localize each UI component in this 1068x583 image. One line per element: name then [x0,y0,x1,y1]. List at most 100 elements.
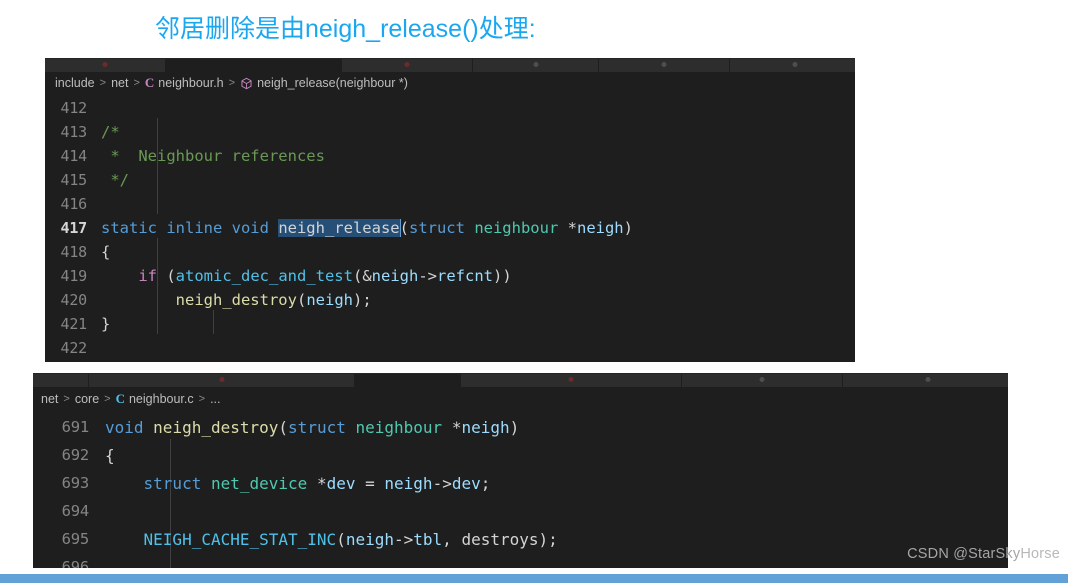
code-line[interactable]: 413 /* [45,120,855,144]
chevron-right-icon: > [99,77,107,89]
code-token: ( [399,219,409,237]
breadcrumb-two[interactable]: net > core > C neighbour.c > ... [33,387,1008,411]
breadcrumb-item-core[interactable]: core [75,392,99,406]
code-token: , destroys); [442,529,558,549]
code-line[interactable]: 418 { [45,240,855,264]
code-token: neigh [384,473,433,493]
code-token: neigh [576,219,624,237]
code-line[interactable]: 420 neigh_destroy(neigh); [45,288,855,312]
editor-tab-active[interactable] [166,59,342,72]
editor-tab[interactable] [342,59,473,72]
code-token: neighbour [474,219,568,237]
code-text[interactable]: neigh_destroy(neigh); [101,291,855,309]
editor-tab[interactable] [461,374,682,387]
code-token: neigh_destroy [153,417,279,437]
tab-dot-icon [792,62,798,67]
chevron-right-icon: > [63,393,70,405]
line-number: 694 [61,502,90,520]
editor-tab[interactable] [33,374,89,387]
code-text[interactable]: { [101,243,855,261]
code-text[interactable]: if (atomic_dec_and_test(&neigh->refcnt)) [101,267,855,285]
code-line[interactable]: 417 static inline void neigh_release(stru… [45,216,855,240]
bottom-accent-bar [0,574,1068,583]
breadcrumb-one[interactable]: include > net > C neighbour.h > neigh_re… [45,72,855,94]
code-text[interactable]: void neigh_destroy(struct neighbour *nei… [105,418,1008,437]
code-content-one[interactable]: 412 413/* 414 * Neighbour references 415 */… [45,94,855,360]
code-token: struct [288,417,356,437]
code-line[interactable]: 696 [33,553,1008,568]
breadcrumb-item-net[interactable]: net [111,76,128,90]
code-line[interactable]: 415 */ [45,168,855,192]
code-text[interactable]: { [105,446,1008,465]
chevron-right-icon: > [198,393,206,405]
code-token: NEIGH_CACHE_STAT_INC [143,529,337,549]
breadcrumb-item-file[interactable]: neighbour.h [158,76,223,90]
c-file-icon: C [115,391,125,406]
code-text[interactable]: } [101,315,855,333]
code-text[interactable]: NEIGH_CACHE_STAT_INC(neigh->tbl, destroy… [105,530,1008,549]
breadcrumb-item-ellipsis[interactable]: ... [210,392,220,406]
code-token: ( [157,267,176,285]
code-text[interactable]: * Neighbour references [101,147,855,165]
code-token: */ [101,171,129,189]
line-number: 414 [60,147,88,165]
code-token: { [101,243,111,261]
tab-dot-icon [759,377,765,382]
code-content-two[interactable]: 691 void neigh_destroy(struct neighbour *… [33,411,1008,568]
code-token: net_device [210,473,317,493]
code-line[interactable]: 419 if (atomic_dec_and_test(&neigh->refc… [45,264,855,288]
editor-tab[interactable] [45,59,166,72]
code-line[interactable]: 414 * Neighbour references [45,144,855,168]
code-token: * Neighbour references [101,147,325,165]
code-token: struct [408,219,475,237]
editor-window-neighbour-c: net > core > C neighbour.c > ... 691 void… [33,373,1008,568]
code-line[interactable]: 412 [45,96,855,120]
editor-window-neighbour-h: include > net > C neighbour.h > neigh_re… [45,58,855,362]
cube-symbol-icon [240,77,253,90]
editor-tab[interactable] [89,374,355,387]
selected-token: neigh_release [278,219,400,237]
code-text[interactable]: struct net_device *dev = neigh->dev; [105,474,1008,493]
code-line[interactable]: 422 [45,336,855,360]
code-token: void [105,417,154,437]
tab-modified-dot-icon [219,377,224,382]
editor-tab[interactable] [730,59,855,72]
code-token: } [101,315,111,333]
editor-tab[interactable] [682,374,843,387]
line-number: 412 [60,99,88,117]
code-token: * [567,219,577,237]
code-token: ( [278,417,289,437]
code-token: /* [101,123,120,141]
tab-modified-dot-icon [404,62,410,67]
editor-tab-active[interactable] [355,374,461,387]
code-token: if [138,267,157,285]
code-token: ) [623,219,633,237]
breadcrumb-item-net[interactable]: net [41,392,58,406]
code-line[interactable]: 695 NEIGH_CACHE_STAT_INC(neigh->tbl, des… [33,525,1008,553]
code-line[interactable]: 421} [45,312,855,336]
line-number: 417 [60,219,88,237]
code-line[interactable]: 693 struct net_device *dev = neigh->dev; [33,469,1008,497]
code-token: struct [143,473,211,493]
code-text[interactable]: static inline void neigh_release(struct … [101,219,855,237]
code-line[interactable]: 691 void neigh_destroy(struct neighbour *… [33,413,1008,441]
code-token: ( [296,291,307,309]
code-line[interactable]: 694 [33,497,1008,525]
breadcrumb-item-include[interactable]: include [55,76,95,90]
code-line[interactable]: 416 [45,192,855,216]
breadcrumb-item-file[interactable]: neighbour.c [129,392,194,406]
code-text[interactable]: /* [101,123,855,141]
line-number: 416 [60,195,88,213]
code-text[interactable]: */ [101,171,855,189]
code-token: )) [493,267,512,285]
editor-tab[interactable] [473,59,599,72]
editor-tab[interactable] [599,59,730,72]
line-number: 421 [60,315,88,333]
code-line[interactable]: 692 { [33,441,1008,469]
editor-tab-bar-two[interactable] [33,373,1008,387]
breadcrumb-item-symbol[interactable]: neigh_release(neighbour *) [257,76,408,90]
code-token: ( [336,529,346,549]
editor-tab-bar-one[interactable] [45,58,855,72]
editor-tab[interactable] [843,374,1008,387]
